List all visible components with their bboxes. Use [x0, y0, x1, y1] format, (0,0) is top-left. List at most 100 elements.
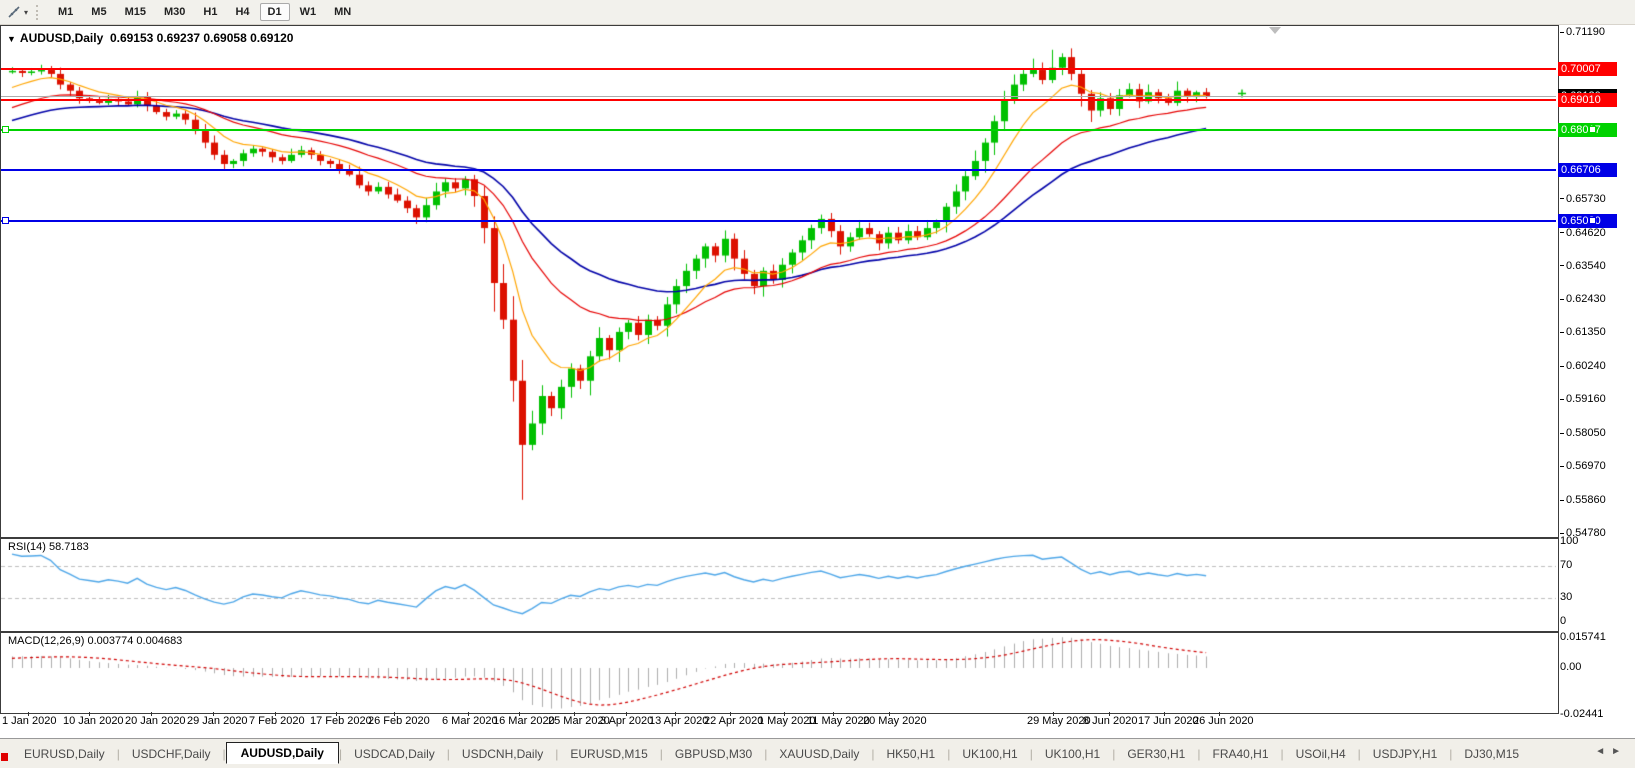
tab-usdcnh-daily[interactable]: USDCNH,Daily [450, 743, 555, 765]
chart-symbol-period: AUDUSD,Daily [19, 31, 104, 45]
rsi-indicator-label: RSI(14) 58.7183 [8, 541, 89, 553]
toolbar-grip [36, 4, 41, 20]
macd-scale-label: 0.015741 [1560, 630, 1606, 643]
tab-usdchf-daily[interactable]: USDCHF,Daily [120, 743, 223, 765]
date-label: 17 Feb 2020 [310, 715, 372, 727]
timeframe-button-w1[interactable]: W1 [292, 3, 325, 21]
tab-scroll-arrows: ◄► [1595, 746, 1627, 757]
rsi-scale-label: 70 [1560, 559, 1573, 571]
tab-xauusd-daily[interactable]: XAUUSD,Daily [767, 743, 871, 765]
timeframe-button-m30[interactable]: M30 [156, 3, 193, 21]
timeframe-button-m15[interactable]: M15 [117, 3, 154, 21]
date-label: 6 Mar 2020 [442, 715, 498, 727]
tab-eurusd-m15[interactable]: EURUSD,M15 [558, 743, 659, 765]
date-label: 29 May 2020 [1027, 715, 1091, 727]
current-price-line [1, 96, 1556, 98]
macd-values: 0.003774 0.004683 [87, 635, 183, 647]
tab-dj30-m15[interactable]: DJ30,M15 [1452, 743, 1531, 765]
chart-tab-bar: EURUSD,Daily | USDCHF,Daily | AUDUSD,Daily | U… [0, 738, 1635, 768]
horizontal-line-0.65020[interactable] [1, 220, 1556, 223]
price-tick-label: 0.59160 [1560, 393, 1606, 405]
chart-title: ▼ AUDUSD,Daily 0.69153 0.69237 0.69058 0.… [7, 31, 293, 45]
date-label: 8 Jun 2020 [1083, 715, 1138, 727]
chevron-down-icon[interactable]: ▾ [24, 8, 28, 17]
rsi-scale-label: 0 [1560, 615, 1567, 627]
rsi-pane [0, 538, 1559, 632]
price-tick-label: 0.61350 [1560, 326, 1606, 338]
date-label: 20 Jan 2020 [125, 715, 186, 727]
horizontal-line-0.70007[interactable] [1, 68, 1556, 71]
tab-bar-left-marker [1, 753, 8, 761]
chart-tool-icon[interactable] [4, 3, 24, 21]
price-level-label-0.70007: 0.70007 [1558, 62, 1617, 77]
date-label: 11 May 2020 [807, 715, 870, 727]
horizontal-line-0.68017[interactable] [1, 128, 1556, 131]
tab-fra40-h1[interactable]: FRA40,H1 [1200, 743, 1280, 765]
date-label: 26 Feb 2020 [368, 715, 430, 727]
price-tick-label: 0.63540 [1560, 260, 1606, 272]
macd-name: MACD(12,26,9) [8, 635, 85, 647]
price-tick-label: 0.64620 [1560, 227, 1606, 239]
date-label: 7 Feb 2020 [249, 715, 305, 727]
price-tick-label: 0.60240 [1560, 360, 1606, 372]
date-label: 17 Jun 2020 [1138, 715, 1199, 727]
price-level-label-0.65020: 0.65020 [1558, 214, 1617, 229]
timeframe-button-m1[interactable]: M1 [50, 3, 81, 21]
top-toolbar: ▾ M1 M5 M15 M30 H1 H4 D1 W1 MN [0, 0, 1635, 25]
tab-ger30-h1[interactable]: GER30,H1 [1115, 743, 1197, 765]
price-level-label-0.68017: 0.68017 [1558, 122, 1617, 137]
rsi-scale-label: 30 [1560, 591, 1573, 603]
date-label: 1 Jan 2020 [2, 715, 57, 727]
date-label: 3 Apr 2020 [600, 715, 654, 727]
price-level-label-0.66706: 0.66706 [1558, 162, 1617, 177]
timeframe-button-mn[interactable]: MN [326, 3, 359, 21]
date-label: 22 Apr 2020 [704, 715, 764, 727]
timeframe-button-h4[interactable]: H4 [227, 3, 257, 21]
rsi-scale-label: 100 [1560, 535, 1579, 547]
tab-usdjpy-h1[interactable]: USDJPY,H1 [1361, 743, 1449, 765]
price-tick-label: 0.58050 [1560, 427, 1606, 439]
chart-menu-triangle-icon[interactable]: ▼ [7, 34, 16, 44]
date-label: 13 Apr 2020 [649, 715, 709, 727]
tab-usdcad-daily[interactable]: USDCAD,Daily [342, 743, 447, 765]
line-handle-left[interactable] [2, 217, 9, 225]
horizontal-line-0.69010[interactable] [1, 98, 1556, 101]
rsi-name: RSI(14) [8, 541, 46, 553]
price-tick-label: 0.71190 [1560, 26, 1605, 38]
line-handle-right[interactable] [1589, 125, 1596, 133]
timeframe-button-d1[interactable]: D1 [259, 3, 290, 21]
macd-scale-label: 0.00 [1560, 661, 1582, 673]
horizontal-line-0.66706[interactable] [1, 168, 1556, 171]
tab-eurusd-daily[interactable]: EURUSD,Daily [12, 743, 117, 765]
date-label: 20 May 2020 [863, 715, 927, 727]
macd-pane [0, 632, 1559, 714]
main-chart-pane [0, 25, 1559, 538]
price-tick-label: 0.62430 [1560, 293, 1606, 305]
tab-uk100-h1[interactable]: UK100,H1 [950, 743, 1029, 765]
rsi-canvas[interactable] [1, 539, 1556, 629]
scroll-to-end-icon[interactable] [1269, 27, 1281, 34]
macd-scale-label: -0.02441 [1560, 707, 1604, 720]
macd-canvas[interactable] [1, 633, 1556, 711]
line-handle-right[interactable] [1589, 217, 1596, 225]
date-label: 29 Jan 2020 [187, 715, 248, 727]
rsi-value: 58.7183 [48, 541, 89, 553]
timeframe-button-m5[interactable]: M5 [83, 3, 114, 21]
tab-gbpusd-m30[interactable]: GBPUSD,M30 [663, 743, 764, 765]
tab-scroll-right-icon[interactable]: ► [1611, 746, 1627, 757]
price-level-label-0.69010: 0.69010 [1558, 92, 1617, 107]
date-label: 16 Mar 2020 [493, 715, 555, 727]
date-label: 26 Jun 2020 [1193, 715, 1254, 727]
price-tick-label: 0.56970 [1560, 460, 1606, 472]
price-chart-canvas[interactable] [1, 26, 1556, 535]
tab-audusd-daily[interactable]: AUDUSD,Daily [225, 742, 339, 764]
chart-ohlc-values: 0.69153 0.69237 0.69058 0.69120 [109, 31, 294, 45]
price-tick-label: 0.55860 [1560, 494, 1606, 506]
timeframe-button-h1[interactable]: H1 [195, 3, 225, 21]
tab-usoil-h4[interactable]: USOil,H4 [1284, 743, 1358, 765]
price-tick-label: 0.65730 [1560, 193, 1606, 205]
tab-uk100-h1[interactable]: UK100,H1 [1033, 743, 1112, 765]
tab-scroll-left-icon[interactable]: ◄ [1595, 746, 1611, 757]
line-handle-left[interactable] [2, 125, 9, 133]
tab-hk50-h1[interactable]: HK50,H1 [875, 743, 948, 765]
